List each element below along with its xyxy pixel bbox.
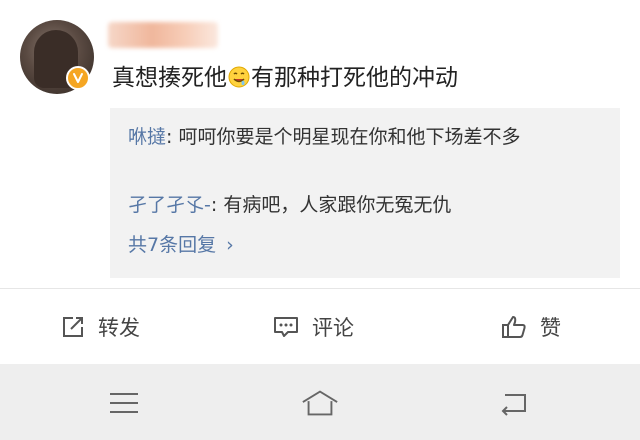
more-replies-link[interactable]: 共7条回复 ›	[128, 230, 234, 260]
reply-item: 咻撻: 呵呵你要是个明星现在你和他下场差不多	[128, 122, 604, 152]
reply-author[interactable]: 孑了孑孓-	[128, 194, 211, 216]
verified-v-badge-icon	[66, 66, 90, 90]
comment-icon	[274, 317, 298, 337]
reply-text: 有病吧，人家跟你无冤无仇	[223, 194, 452, 216]
reply-box: 咻撻: 呵呵你要是个明星现在你和他下场差不多 孑了孑孓-: 有病吧，人家跟你无冤…	[110, 108, 620, 278]
comment-button[interactable]: 评论	[272, 307, 354, 347]
thumbs-up-icon	[502, 316, 526, 338]
comment-text-part1: 真想揍死他	[112, 65, 227, 91]
repost-label: 转发	[98, 316, 140, 340]
home-icon	[302, 390, 338, 416]
comment-card: 真想揍死他 有那种打死他的冲动 咻撻: 呵呵你要是个明星现在你和他下场差不多 孑了…	[0, 0, 640, 288]
comment-text: 真想揍死他 有那种打死他的冲动	[112, 58, 458, 92]
more-replies-label: 共7条回复	[128, 234, 217, 256]
reply-separator: :	[210, 194, 224, 216]
back-button[interactable]	[494, 386, 534, 420]
repost-icon	[63, 317, 83, 337]
reply-separator: :	[166, 126, 179, 148]
reply-text: 呵呵你要是个明星现在你和他下场差不多	[178, 126, 521, 148]
like-button[interactable]: 赞	[500, 307, 561, 347]
reply-item: 孑了孑孓-: 有病吧，人家跟你无冤无仇	[128, 190, 451, 220]
menu-icon	[110, 393, 138, 413]
menu-button[interactable]	[104, 386, 144, 420]
home-button[interactable]	[300, 386, 340, 420]
username-blurred[interactable]	[108, 22, 218, 48]
back-icon	[501, 394, 526, 416]
system-navigation-bar	[0, 364, 640, 440]
comment-label: 评论	[312, 316, 354, 340]
chevron-right-icon: ›	[226, 234, 234, 256]
repost-button[interactable]: 转发	[60, 307, 140, 347]
comment-text-part2: 有那种打死他的冲动	[251, 65, 458, 91]
reply-author[interactable]: 咻撻	[128, 126, 166, 148]
drooling-face-emoji-icon	[228, 66, 250, 88]
action-bar: 转发 评论 赞	[0, 288, 640, 365]
like-label: 赞	[540, 316, 561, 340]
